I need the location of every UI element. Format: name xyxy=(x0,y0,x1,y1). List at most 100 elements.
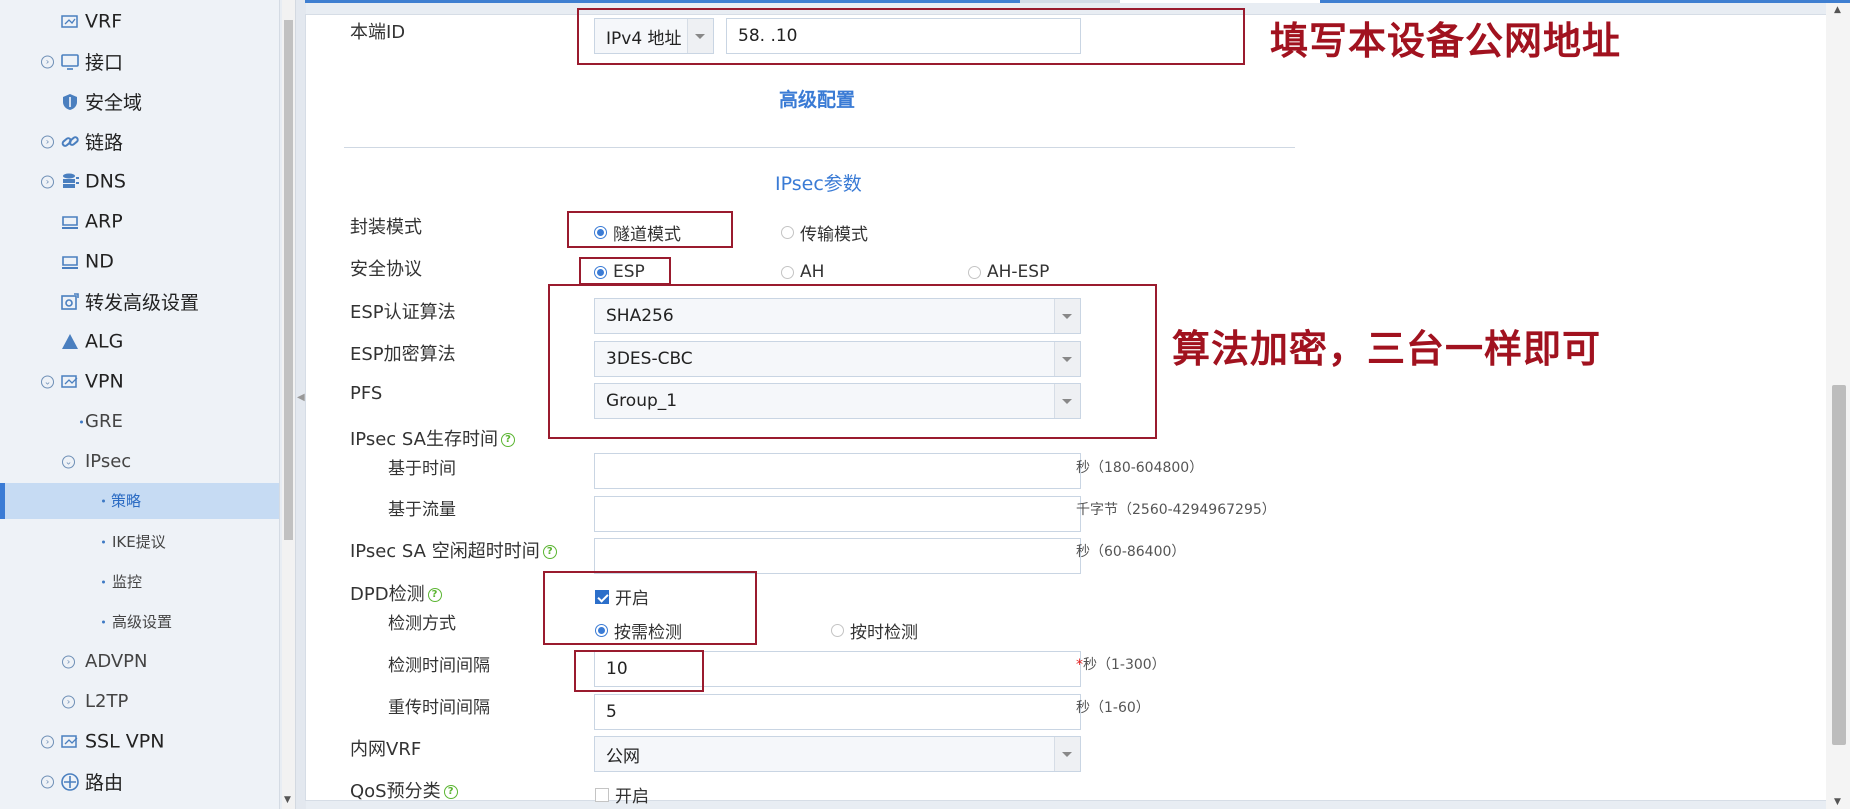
expand-icon[interactable]: › xyxy=(41,135,54,149)
vrf-icon xyxy=(61,15,78,28)
sidebar-item-l2tp[interactable]: › L2TP xyxy=(0,684,279,720)
radio-icon xyxy=(781,226,794,239)
traffic-based-hint: 千字节（2560-4294967295） xyxy=(1076,502,1276,518)
traffic-based-input[interactable] xyxy=(594,496,1081,532)
inner-vrf-select[interactable]: 公网 xyxy=(594,736,1081,772)
sidebar-item-alg[interactable]: ALG xyxy=(0,324,279,360)
help-icon[interactable]: ? xyxy=(501,433,515,447)
annotation-box-dpd-interval xyxy=(574,650,704,692)
chain-link-icon xyxy=(61,136,79,147)
help-icon[interactable]: ? xyxy=(542,545,557,559)
traffic-based-label: 基于流量 xyxy=(388,500,456,520)
sidebar-item-label: IPsec xyxy=(85,451,132,473)
checkbox-label: 开启 xyxy=(615,787,649,807)
expand-icon[interactable]: › xyxy=(62,655,75,669)
qos-label: QoS预分类? xyxy=(350,777,458,803)
sidebar-item-arp[interactable]: ARP xyxy=(0,204,279,240)
sidebar-item-label: 安全域 xyxy=(85,91,143,114)
top-tab-bar xyxy=(305,0,1850,3)
sidebar-item-nd[interactable]: ND xyxy=(0,244,279,280)
expand-icon[interactable]: › xyxy=(41,775,54,789)
scroll-up-icon[interactable]: ▲ xyxy=(1834,5,1841,15)
sidebar-scrollbar[interactable]: ▼ xyxy=(282,0,295,809)
chevron-down-icon xyxy=(1054,737,1080,771)
sidebar-item-label: VRF xyxy=(85,10,123,33)
retrans-input[interactable]: 5 xyxy=(594,694,1081,730)
sidebar-item-monitor[interactable]: 监控 xyxy=(0,564,279,600)
pfs-label: PFS xyxy=(350,383,383,404)
sidebar-item-security-zone[interactable]: 安全域 xyxy=(0,84,279,120)
qos-text: QoS预分类 xyxy=(350,781,441,802)
expand-icon[interactable]: › xyxy=(62,695,75,709)
radio-periodic[interactable]: 按时检测 xyxy=(831,618,918,643)
dpd-text: DPD检测 xyxy=(350,584,425,605)
collapse-icon[interactable]: ⌄ xyxy=(41,375,54,389)
divider xyxy=(344,147,1295,148)
sidebar-item-vrf[interactable]: VRF xyxy=(0,4,279,40)
sidebar-item-label: 监控 xyxy=(112,573,143,592)
sidebar-item-vpn[interactable]: ⌄ VPN xyxy=(0,364,279,400)
idle-timeout-label: IPsec SA 空闲超时时间? xyxy=(350,537,557,563)
sidebar-item-label: 高级设置 xyxy=(112,613,173,632)
sidebar-item-interface[interactable]: › 接口 xyxy=(0,44,279,80)
tab-strip xyxy=(1320,0,1850,3)
sidebar-item-dns[interactable]: › DNS xyxy=(0,164,279,200)
sidebar-item-forwarding-advanced[interactable]: 转发高级设置 xyxy=(0,284,279,320)
sidebar-item-label: 转发高级设置 xyxy=(85,291,200,314)
sidebar-item-ipsec[interactable]: ⌄ IPsec xyxy=(0,444,279,480)
qos-enable-checkbox[interactable]: 开启 xyxy=(595,782,649,807)
sidebar-nav: VRF › 接口 安全域 › 链路 › DNS ARP ND 转发高级设置 AL… xyxy=(0,0,280,809)
shield-icon xyxy=(63,94,77,110)
esp-auth-label: ESP认证算法 xyxy=(350,302,456,323)
radio-ah-esp[interactable]: AH-ESP xyxy=(968,262,1049,282)
sidebar-item-label: GRE xyxy=(85,411,123,433)
main-scrollbar[interactable]: ▲ ▼ xyxy=(1826,3,1850,809)
esp-enc-label: ESP加密算法 xyxy=(350,344,456,365)
radio-ah[interactable]: AH xyxy=(781,262,824,282)
sidebar-item-advanced-settings[interactable]: 高级设置 xyxy=(0,604,279,640)
advanced-config-link[interactable]: 高级配置 xyxy=(779,85,855,112)
ssl-vpn-icon xyxy=(61,735,78,748)
sidebar-item-label: L2TP xyxy=(85,691,129,713)
radio-transport-mode[interactable]: 传输模式 xyxy=(781,220,868,245)
retrans-hint: 秒（1-60） xyxy=(1076,700,1150,716)
inner-vrf-value: 公网 xyxy=(606,746,640,767)
expand-icon[interactable]: › xyxy=(41,175,54,189)
sidebar-item-label: 路由 xyxy=(85,771,124,794)
expand-icon[interactable]: › xyxy=(41,735,54,749)
scroll-down-icon[interactable]: ▼ xyxy=(284,795,291,805)
tab-strip xyxy=(305,0,1020,3)
sidebar-item-label: IKE提议 xyxy=(112,533,166,552)
annotation-box-protocol xyxy=(579,257,671,285)
ipsec-params-title: IPsec参数 xyxy=(775,173,862,195)
sidebar-item-ike-proposal[interactable]: IKE提议 xyxy=(0,524,279,560)
sa-lifetime-label: IPsec SA生存时间? xyxy=(350,425,515,451)
help-icon[interactable]: ? xyxy=(427,588,442,602)
scroll-down-icon[interactable]: ▼ xyxy=(1834,797,1841,807)
collapse-icon[interactable]: ⌄ xyxy=(62,455,75,469)
dpd-interval-label: 检测时间间隔 xyxy=(388,656,490,676)
idle-timeout-hint: 秒（60-86400） xyxy=(1076,544,1186,560)
collapse-arrow-icon[interactable]: ◀ xyxy=(297,392,305,403)
sidebar-item-routing[interactable]: › 路由 xyxy=(0,764,279,800)
sidebar-item-label: 策略 xyxy=(111,492,142,511)
idle-timeout-input[interactable] xyxy=(594,538,1081,574)
dpd-interval-hint-text: 秒（1-300） xyxy=(1083,657,1166,673)
sidebar-item-label: 接口 xyxy=(85,51,124,74)
tab-strip-active[interactable] xyxy=(1120,0,1320,3)
expand-icon[interactable]: › xyxy=(41,55,54,69)
help-icon[interactable]: ? xyxy=(443,785,458,799)
sidebar-item-advpn[interactable]: › ADVPN xyxy=(0,644,279,680)
time-based-input[interactable] xyxy=(594,453,1081,489)
sidebar-item-link[interactable]: › 链路 xyxy=(0,124,279,160)
security-protocol-label: 安全协议 xyxy=(350,259,422,280)
checkbox-icon xyxy=(595,787,609,802)
sidebar-item-gre[interactable]: GRE xyxy=(0,404,279,440)
scrollbar-thumb[interactable] xyxy=(284,20,293,540)
encap-mode-label: 封装模式 xyxy=(350,217,422,238)
dpd-label: DPD检测? xyxy=(350,580,442,606)
sidebar-item-ssl-vpn[interactable]: › SSL VPN xyxy=(0,724,279,760)
scrollbar-thumb[interactable] xyxy=(1832,385,1846,745)
sidebar-item-policy[interactable]: 策略 xyxy=(0,483,279,519)
bullet-icon xyxy=(102,540,105,544)
